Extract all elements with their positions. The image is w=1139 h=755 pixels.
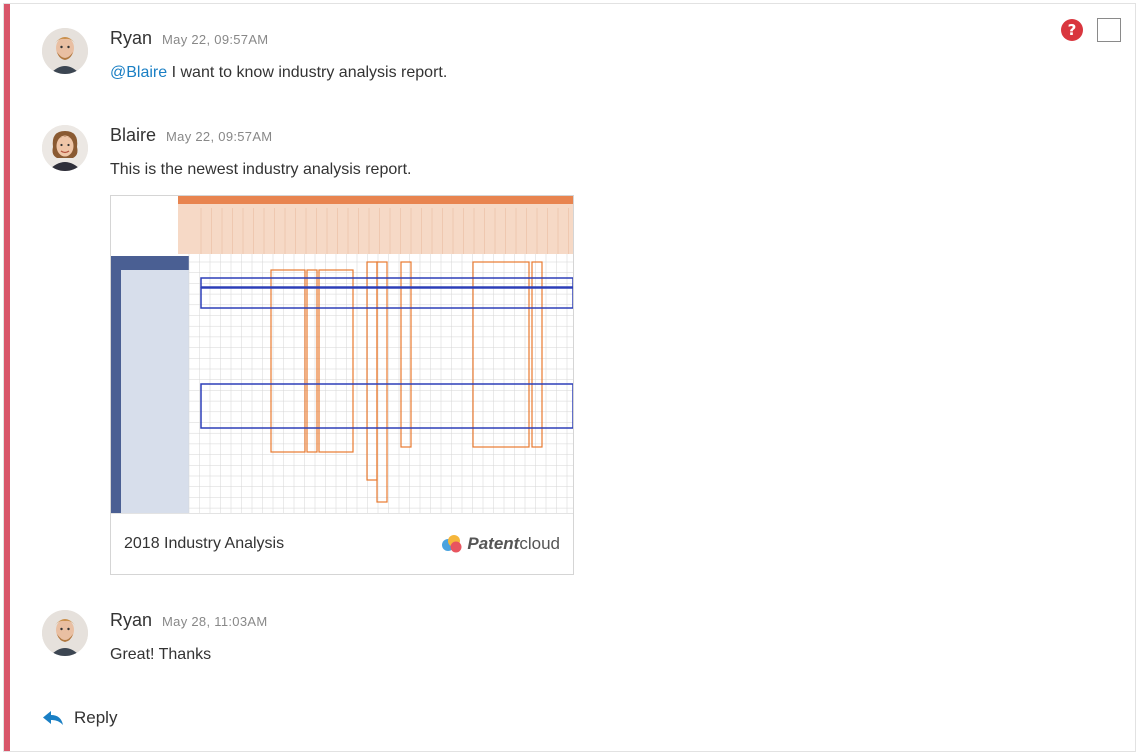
author-name: Blaire: [110, 125, 157, 145]
message-text: Great! Thanks: [110, 646, 212, 663]
top-actions: ?: [1061, 18, 1121, 42]
report-preview-image: [111, 196, 573, 514]
mention-link[interactable]: @Blaire: [110, 64, 167, 81]
message-text: This is the newest industry analysis rep…: [110, 161, 412, 178]
select-checkbox[interactable]: [1097, 18, 1121, 42]
cloud-logo-icon: [442, 535, 462, 553]
accent-bar: [4, 4, 10, 751]
avatar-blaire[interactable]: [42, 125, 88, 171]
message-timestamp: May 28, 11:03AM: [162, 614, 268, 629]
patentcloud-logo: Patentcloud: [441, 534, 560, 554]
matrix-header-band: [178, 196, 573, 204]
brand-light: cloud: [519, 534, 560, 553]
message-timestamp: May 22, 09:57AM: [162, 32, 269, 47]
matrix-header-cells: [178, 204, 573, 254]
attachment-card[interactable]: 2018 Industry Analysis Patentcloud: [110, 195, 574, 575]
author-name: Ryan: [110, 610, 153, 630]
avatar-ryan[interactable]: [42, 610, 88, 656]
matrix-side-header: [121, 256, 189, 270]
message-text: @Blaire I want to know industry analysis…: [110, 64, 1010, 82]
message-timestamp: May 22, 09:57AM: [166, 129, 273, 144]
message-text-body: I want to know industry analysis report.: [167, 64, 448, 81]
reply-button[interactable]: Reply: [42, 708, 117, 728]
matrix-side-bar: [111, 256, 121, 513]
author-name: Ryan: [110, 28, 153, 48]
reply-label: Reply: [74, 708, 118, 727]
question-circle-icon[interactable]: ?: [1061, 19, 1083, 41]
reply-arrow-icon: [43, 711, 63, 725]
attachment-title: 2018 Industry Analysis: [124, 535, 285, 552]
matrix-side-panel: [111, 256, 189, 513]
brand-bold: Patent: [467, 534, 520, 553]
avatar-ryan[interactable]: [42, 28, 88, 74]
